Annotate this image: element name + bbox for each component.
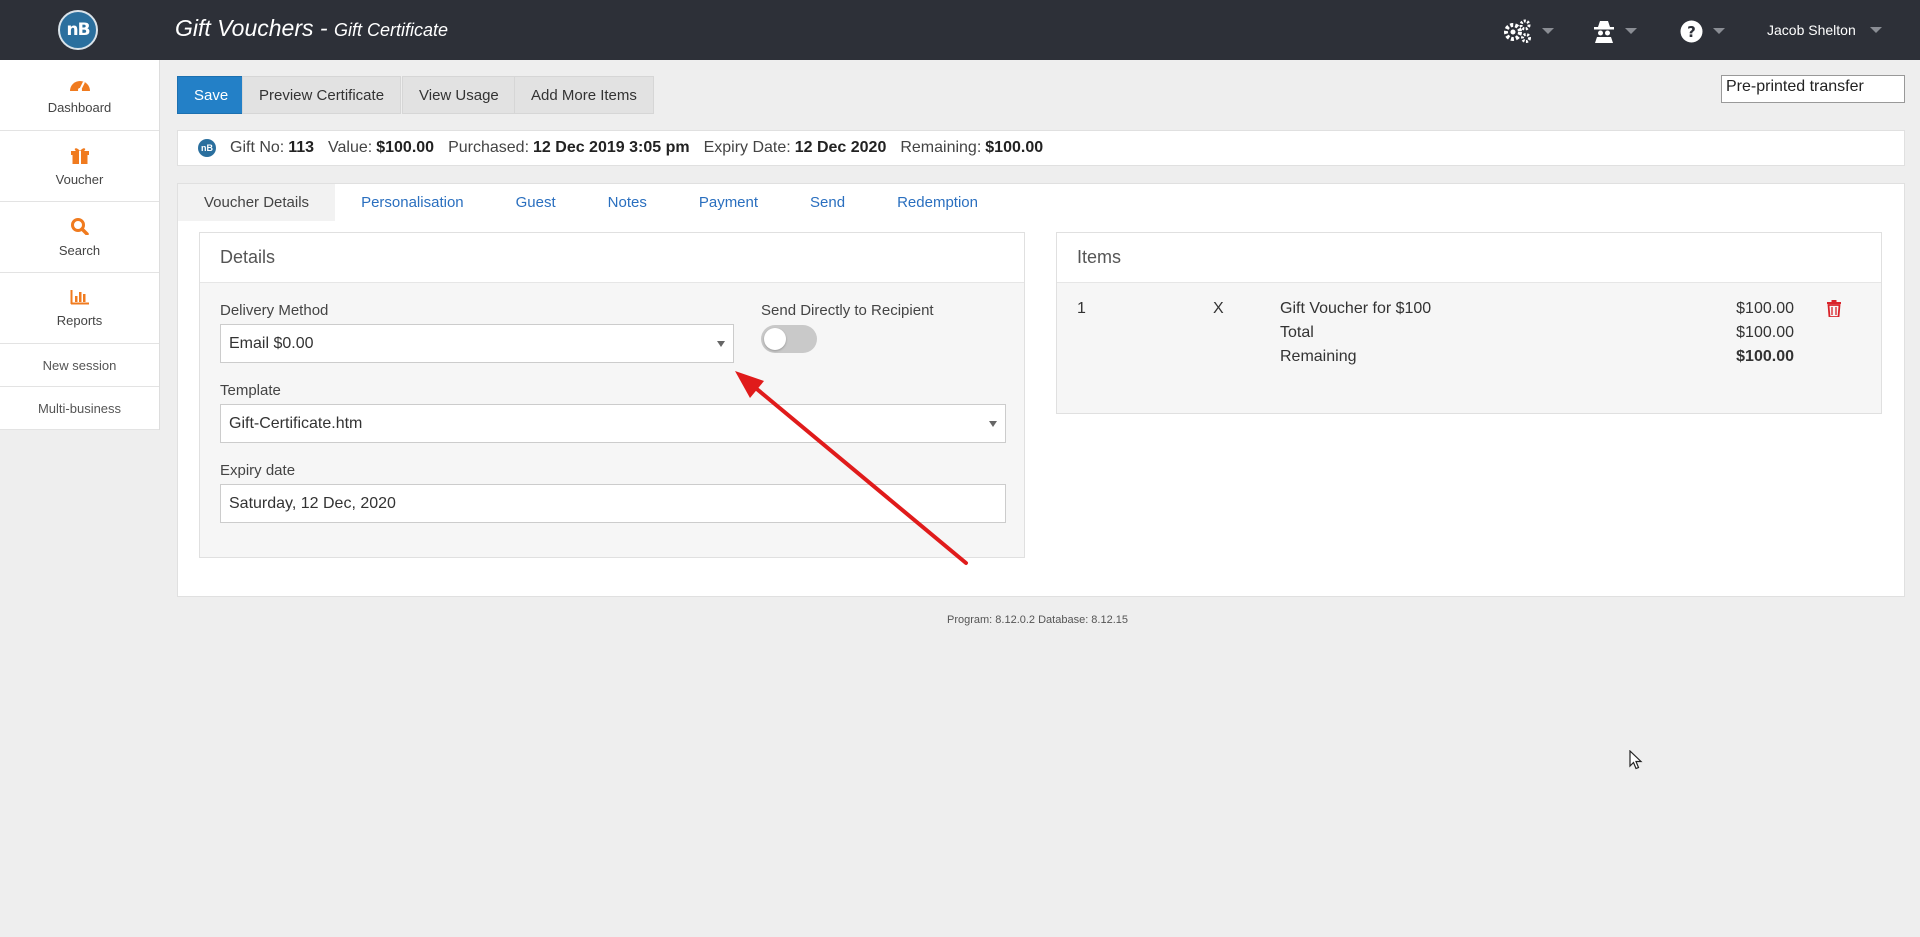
mouse-cursor-icon [1629, 750, 1643, 770]
annotation-arrow [735, 371, 968, 565]
